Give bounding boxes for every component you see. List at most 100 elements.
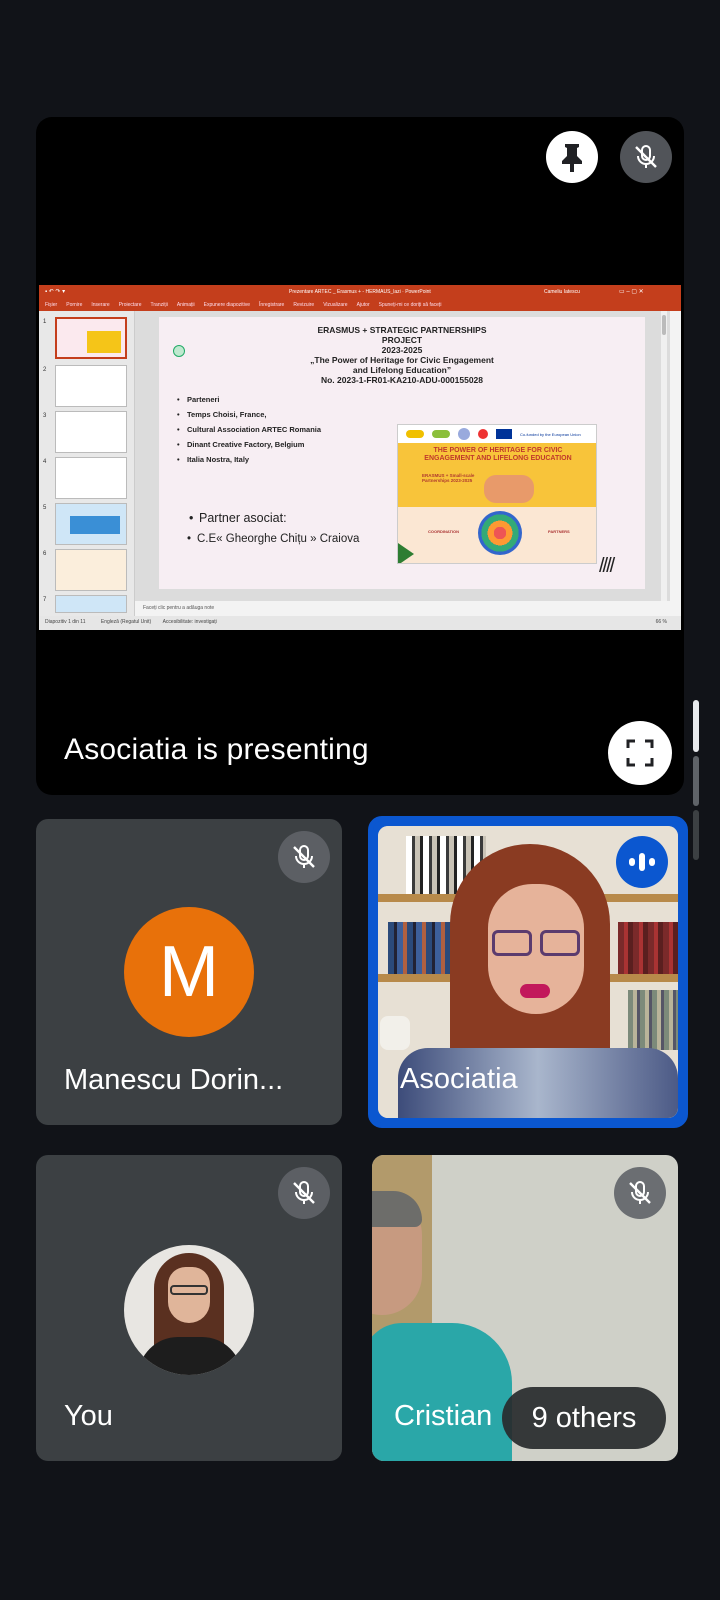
pin-button[interactable] [546,131,598,183]
status-zoom: 66 % [655,619,667,625]
avatar [124,1245,254,1375]
participant-tile-you[interactable]: You [36,1155,342,1461]
slide-title-line: 2023-2025 [381,345,423,355]
pin-icon [562,144,582,172]
ribbon-tab: Revizuire [293,302,315,308]
slide-thumbnail [55,317,127,359]
person-glasses [492,930,532,956]
slide-title-line: PROJECT [381,335,423,345]
scrollbar-track-segment [693,756,699,806]
ppt-title-bar: Prezentare ARTEC _ Erasmus + - HERMAUS_l… [39,285,681,299]
avatar-glasses [170,1285,208,1295]
ribbon-tab: Înregistrare [259,302,285,308]
poster-partners: PARTNERS [548,529,570,534]
slide-title-line: „The Power of Heritage for Civic Engagem… [310,355,494,365]
poster-logo-row: Co-funded by the European Union [398,425,596,443]
participant-name: Asociatia [400,1063,518,1095]
window-controls: ▭ – ▢ ✕ [619,289,644,295]
participant-tile-cristian[interactable]: Cristian 9 others [372,1155,678,1461]
others-button[interactable]: 9 others [502,1387,666,1449]
thumb-number: 5 [43,505,47,511]
ribbon-tab: Animații [176,302,195,308]
project-poster-image: Co-funded by the European Union THE POWE… [397,424,597,564]
thumb-number: 1 [43,319,47,325]
slide-title-line: and Lifelong Education” [352,365,452,375]
poster-subtitle: ERASMUS + Small-scale Partnerships 2023-… [422,473,475,483]
books [618,922,678,974]
participant-tile-manescu[interactable]: M Manescu Dorin... [36,819,342,1125]
fullscreen-icon [626,739,654,767]
slide-thumbnail [55,411,127,453]
ppt-status-bar: Diapozitiv 1 din 11 Engleză (Regatul Uni… [39,616,681,630]
scrollbar-thumb[interactable] [693,700,699,752]
ribbon-tab: Expunere diapozitive [203,302,251,308]
participant-name: Cristian [394,1400,493,1432]
slide-title-line: ERASMUS + STRATEGIC PARTNERSHIPS [317,325,487,335]
status-language: Engleză (Regatul Unit) [100,619,152,625]
scrollbar-track-segment [693,810,699,860]
poster-green-triangle [398,543,414,563]
poster-coordination: COORDINATION [428,529,460,534]
ribbon-tab: Inserare [91,302,110,308]
ppt-ribbon: Fișier Pornire Inserare Proiectare Tranz… [39,299,681,311]
thumb-number: 4 [43,459,47,465]
slide-thumbnail [55,503,127,545]
partner-bullet: Dinant Creative Factory, Belgium [177,440,304,449]
current-slide: ERASMUS + STRATEGIC PARTNERSHIPS PROJECT… [159,317,645,589]
thumb-number: 7 [43,597,47,603]
speaking-indicator-icon [629,853,655,871]
ribbon-tab: Tranziții [150,302,168,308]
poster-people-circle [478,511,522,555]
ribbon-tab: Ajutor [356,302,370,308]
poster-handshake [484,475,534,503]
ribbon-tab: Fișier [45,302,58,308]
slide-thumbnail [55,595,127,613]
eu-logo-text: Co-funded by the European Union [520,431,581,437]
slide-thumbnail [55,365,127,407]
shared-screen: Prezentare ARTEC _ Erasmus + - HERMAUS_l… [39,285,681,630]
notes-pane: Faceți clic pentru a adăuga note [135,601,681,616]
slide-thumbnail-pane: 1 2 3 4 5 6 7 [39,311,135,616]
mic-off-icon [629,1181,651,1204]
partner-bullet: Cultural Association ARTEC Romania [177,425,321,434]
partner-bullet: Temps Choisi, France, [177,410,267,419]
books [628,990,678,1050]
slide-canvas: ERASMUS + STRATEGIC PARTNERSHIPS PROJECT… [135,311,670,601]
associate-bullet: C.E« Gheorghe Chițu » Craiova [187,533,359,545]
status-slide-count: Diapozitiv 1 din 11 [45,619,86,625]
mic-off-indicator [278,1167,330,1219]
fullscreen-button[interactable] [608,721,672,785]
associate-bullet: Partner asociat: [189,511,286,525]
ppt-window-title: Prezentare ARTEC _ Erasmus + - HERMAUS_l… [289,289,431,295]
thumb-number: 2 [43,367,47,373]
thumb-number: 6 [43,551,47,557]
mic-off-icon [635,145,657,168]
poster-title: THE POWER OF HERITAGE FOR CIVIC ENGAGEME… [424,447,572,462]
ribbon-tell-me: Spuneți-mi ce doriți să faceți [378,302,442,308]
slide-decor-lines: //// [599,555,615,577]
mic-off-icon [293,1181,315,1204]
partner-bullet: Italia Nostra, Italy [177,455,249,464]
slide-title-line: No. 2023-1-FR01-KA210-ADU-000155028 [320,375,484,385]
avatar-face [168,1267,210,1323]
person-glasses [540,930,580,956]
ribbon-tab: Proiectare [118,302,142,308]
speaking-indicator [616,836,668,888]
presentation-tile[interactable]: Prezentare ARTEC _ Erasmus + - HERMAUS_l… [36,117,684,795]
participant-tile-asociatia[interactable]: Asociatia [368,816,688,1128]
participant-name: Manescu Dorin... [64,1064,284,1096]
vase [380,1016,410,1050]
mic-off-indicator [278,831,330,883]
slide-thumbnail [55,457,127,499]
mic-off-icon [293,845,315,868]
avatar: M [124,907,254,1037]
presenting-label: Asociatia is presenting [64,733,369,766]
quick-access-icons: ▪ ↶ ↷ ▾ [45,289,66,295]
status-accessibility: Accesibilitate: investigați [162,619,217,625]
slide-scrollbar [661,311,667,601]
ribbon-tab: Vizualizare [323,302,348,308]
scrollbar[interactable] [693,700,699,860]
slide-thumbnail [55,549,127,591]
meet-call-screen: Prezentare ARTEC _ Erasmus + - HERMAUS_l… [0,0,720,1600]
ribbon-tab: Pornire [66,302,83,308]
